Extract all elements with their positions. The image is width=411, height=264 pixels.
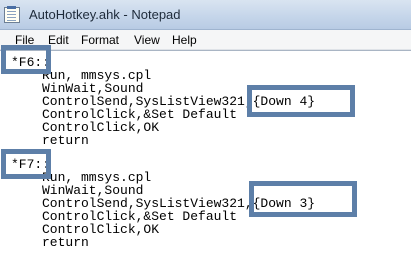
menu-help[interactable]: Help (172, 33, 197, 47)
title-bar: AutoHotkey.ahk - Notepad (0, 0, 411, 30)
menu-view[interactable]: View (134, 33, 160, 47)
highlight-box-down4 (247, 85, 355, 117)
menu-edit[interactable]: Edit (48, 33, 69, 47)
highlight-box-down3 (249, 181, 357, 217)
menu-bar: File Edit Format View Help (0, 30, 411, 50)
text-editor[interactable]: *F6:: Run, mmsys.cpl WinWait,Sound Contr… (0, 45, 411, 264)
menu-format[interactable]: Format (81, 33, 119, 47)
highlight-box-f6 (1, 45, 51, 74)
highlight-box-f7 (1, 149, 51, 179)
code-line: return (42, 133, 89, 148)
window-title: AutoHotkey.ahk - Notepad (29, 7, 181, 22)
notepad-icon (4, 6, 20, 23)
code-line: return (42, 235, 89, 250)
